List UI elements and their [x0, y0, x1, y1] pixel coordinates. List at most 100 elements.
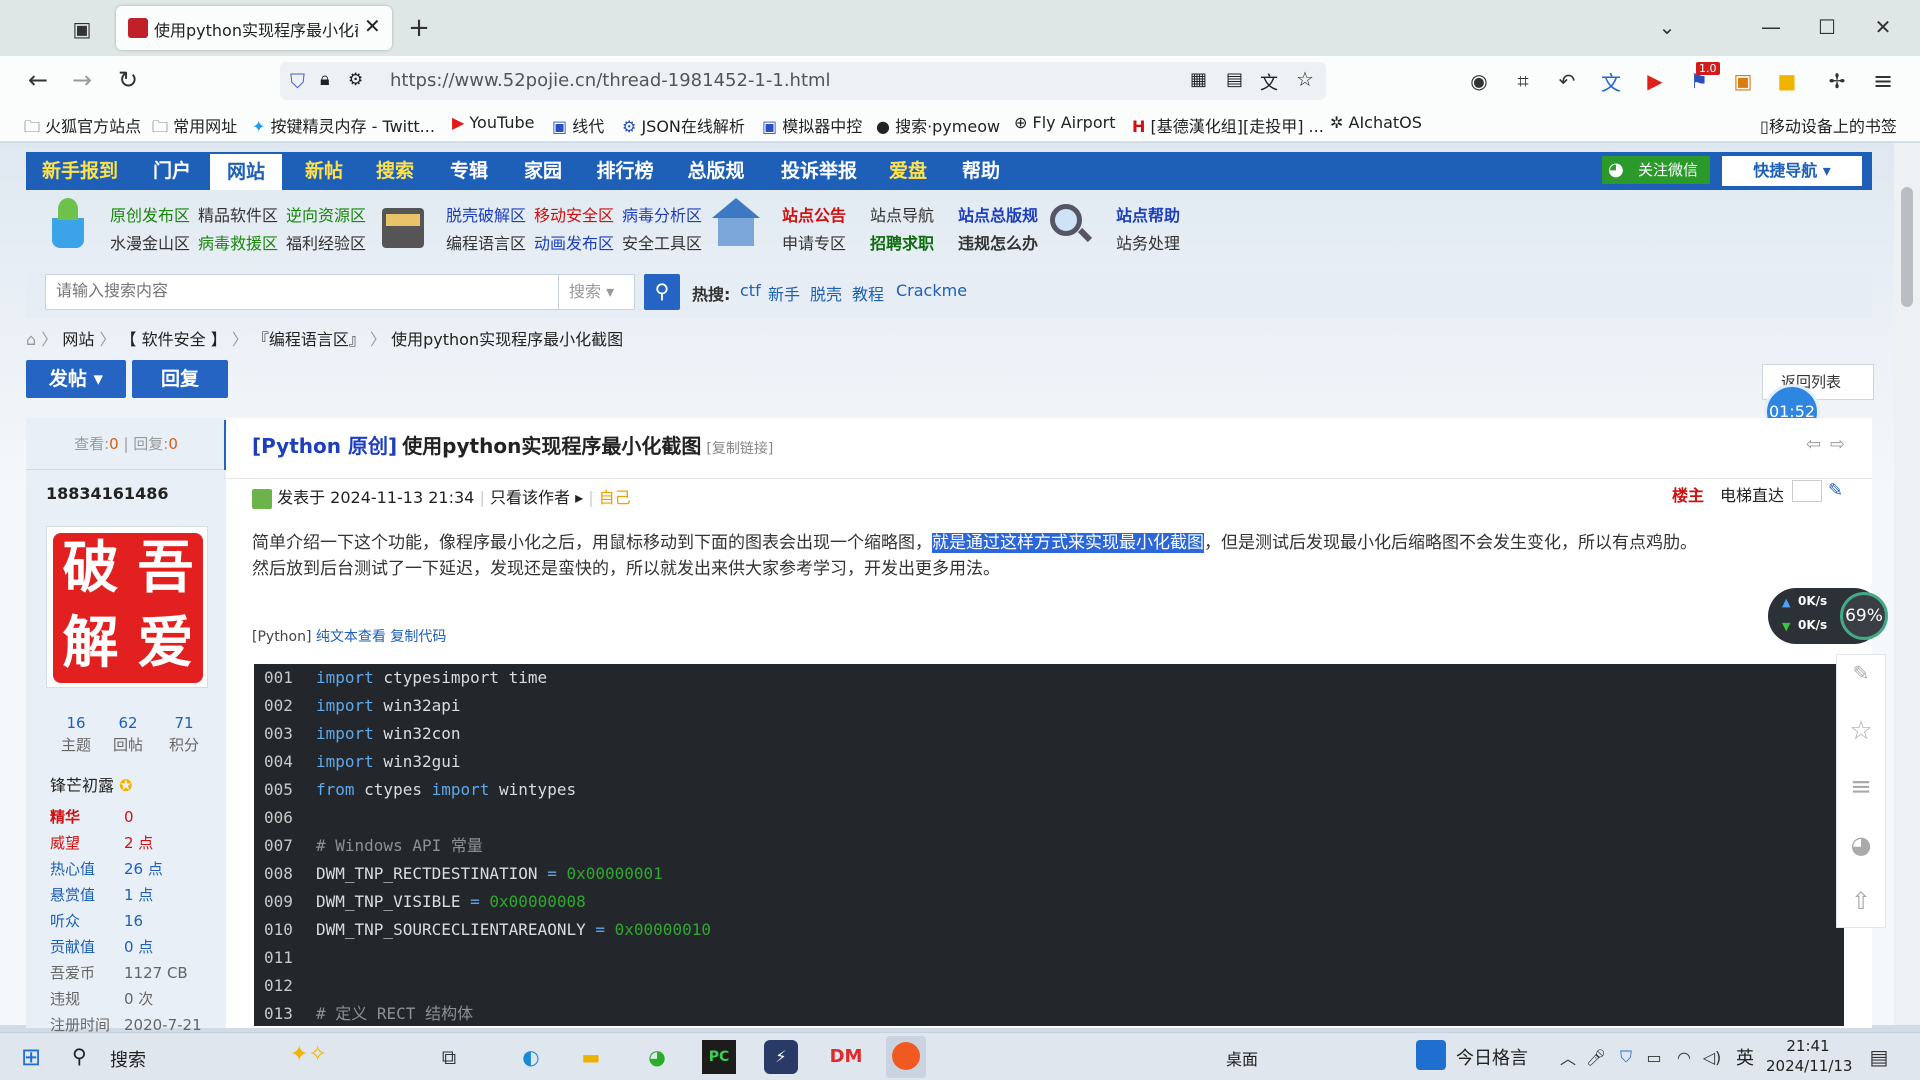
reader-view-icon[interactable]: ▤ — [1226, 69, 1243, 90]
ime-indicator[interactable]: 英 — [1736, 1044, 1754, 1070]
pycharm-icon[interactable]: PC — [702, 1040, 736, 1074]
bookmark-item[interactable]: ⊕ Fly Airport — [1014, 113, 1115, 132]
quick-nav-button[interactable]: 快捷导航 ▾ — [1722, 156, 1862, 186]
breadcrumb-item[interactable]: 『编程语言区』 — [253, 330, 365, 349]
breadcrumb-item[interactable]: 网站 — [62, 330, 94, 349]
minimize-window-icon[interactable]: — — [1756, 12, 1786, 42]
wechat-share-icon[interactable]: ◕ — [1844, 828, 1878, 862]
subnav-link[interactable]: 安全工具区 — [622, 230, 702, 254]
elevator-input[interactable] — [1792, 480, 1822, 502]
news-widget-label[interactable]: 今日格言 — [1456, 1044, 1528, 1070]
qr-code-icon[interactable]: ▦ — [1190, 69, 1207, 90]
prev-thread-icon[interactable]: ⇦ — [1806, 434, 1821, 455]
firefox-taskbar-item[interactable] — [886, 1036, 926, 1078]
bookmark-item[interactable]: ✲ AIchatOS — [1330, 113, 1422, 132]
nav-item[interactable]: 搜索 — [362, 152, 428, 190]
search-input-box[interactable] — [45, 274, 559, 310]
tab-overview-icon[interactable]: ▣ — [68, 16, 96, 42]
extensions-puzzle-icon[interactable]: ✢ — [1822, 66, 1852, 96]
bookmark-item[interactable]: ▣ 模拟器中控 — [762, 113, 862, 137]
notification-icon[interactable]: ▤ — [1862, 1040, 1896, 1074]
bookmark-item[interactable]: H [基德漢化组][走投甲] ... — [1132, 113, 1324, 137]
next-thread-icon[interactable]: ⇨ — [1830, 434, 1845, 455]
subnav-link[interactable]: 逆向资源区 — [286, 202, 366, 226]
nav-item[interactable]: 投诉举报 — [774, 152, 864, 190]
clock[interactable]: 21:41 2024/11/13 — [1766, 1036, 1852, 1076]
new-tab-icon[interactable]: + — [404, 13, 434, 43]
bookmark-item[interactable]: 🗀︎ 常用网址 — [152, 113, 237, 143]
scrollbar-thumb[interactable] — [1901, 187, 1913, 307]
back-to-top-icon[interactable]: ⇧ — [1844, 884, 1878, 918]
page-scrollbar[interactable] — [1894, 143, 1920, 1025]
nav-item[interactable]: 排行榜 — [590, 152, 660, 190]
nav-item[interactable]: 门户 — [140, 152, 204, 190]
hot-search-link[interactable]: 脱壳 — [810, 281, 842, 305]
nav-item[interactable]: 新帖 — [292, 152, 356, 190]
subnav-link[interactable]: 申请专区 — [782, 230, 846, 254]
reply-button[interactable]: 回复 — [132, 360, 228, 398]
copy-code-link[interactable]: 复制代码 — [390, 629, 446, 645]
menu-hamburger-icon[interactable]: ≡ — [1868, 66, 1898, 96]
subnav-link[interactable]: 编程语言区 — [446, 230, 526, 254]
subnav-link[interactable]: 站点公告 — [782, 202, 846, 226]
translate-extension-icon[interactable]: 文 — [1596, 66, 1626, 96]
undo-icon[interactable]: ↶ — [1552, 66, 1582, 96]
list-icon[interactable]: ≡ — [1844, 770, 1878, 804]
bookmark-item[interactable]: ✦ 按键精灵内存 - Twitt... — [252, 113, 435, 137]
subnav-link[interactable]: 站点导航 — [870, 202, 934, 226]
bookmark-item[interactable]: ▯移动设备上的书签 — [1760, 113, 1897, 137]
search-button[interactable]: ⚲ — [644, 274, 680, 310]
self-tag[interactable]: 自己 — [599, 488, 631, 507]
author-name[interactable]: 18834161486 — [46, 484, 168, 503]
maximize-window-icon[interactable]: ☐ — [1812, 12, 1842, 42]
shield-icon[interactable]: ⛉ — [1614, 1042, 1638, 1072]
wrench-icon[interactable]: ✎ — [1828, 480, 1843, 501]
avatar[interactable]: 破 吾 解 爱 — [46, 526, 208, 688]
subnav-link[interactable]: 招聘求职 — [870, 230, 934, 254]
lock-icon[interactable]: 🔒︎ — [320, 69, 330, 90]
wifi-icon[interactable]: ◠ — [1672, 1042, 1696, 1072]
bookmark-item[interactable]: 🗀︎ 火狐官方站点 — [24, 113, 141, 143]
subnav-link[interactable]: 违规怎么办 — [958, 230, 1038, 254]
subnav-link[interactable]: 福利经验区 — [286, 230, 366, 254]
home-icon[interactable]: ⌂ — [26, 330, 36, 349]
task-view-icon[interactable]: ⧉ — [432, 1040, 466, 1074]
hot-search-link[interactable]: 教程 — [852, 281, 884, 305]
reload-icon[interactable]: ↻ — [112, 64, 144, 96]
account-icon[interactable]: ◉ — [1464, 66, 1494, 96]
tracking-shield-icon[interactable]: ⛉ — [290, 69, 305, 93]
follow-wechat-button[interactable]: ◕ 关注微信 — [1602, 156, 1710, 184]
calendar-widget-icon[interactable] — [1416, 1040, 1446, 1070]
bookmark-star-icon[interactable]: ☆ — [1296, 67, 1314, 91]
breadcrumb-item[interactable]: 【 软件安全 】 — [121, 330, 227, 349]
only-author-link[interactable]: 只看该作者 — [490, 488, 570, 507]
hot-search-link[interactable]: 新手 — [768, 281, 800, 305]
subnav-link[interactable]: 病毒分析区 — [622, 202, 702, 226]
tab-close-icon[interactable]: ✕ — [364, 14, 381, 38]
screenshot-crop-icon[interactable]: ⌗ — [1508, 66, 1538, 96]
nav-item[interactable]: 专辑 — [436, 152, 502, 190]
copy-link[interactable]: [复制链接] — [706, 441, 773, 457]
subnav-link[interactable]: 精品软件区 — [198, 202, 278, 226]
url-bar[interactable]: ⛉ 🔒︎ ⚙ https://www.52pojie.cn/thread-198… — [280, 62, 1326, 100]
taskbar-search[interactable]: ⚲ 搜索 ✦✧ — [62, 1038, 342, 1076]
nav-item[interactable]: 帮助 — [952, 152, 1010, 190]
microphone-icon[interactable]: 🎤︎ — [1584, 1042, 1608, 1072]
nav-item-active[interactable]: 网站 — [210, 154, 282, 190]
forward-icon[interactable]: → — [66, 64, 98, 96]
tray-chevron-icon[interactable]: ︿ — [1556, 1042, 1580, 1072]
subnav-link[interactable]: 病毒救援区 — [198, 230, 278, 254]
bookmark-item[interactable]: ● 搜索·pymeow — [876, 113, 1000, 137]
nav-item[interactable]: 家园 — [510, 152, 576, 190]
favorite-star-icon[interactable]: ☆ — [1844, 714, 1878, 748]
author-stat[interactable]: 62 回帖 — [98, 712, 158, 756]
browser-tab-active[interactable]: 使用python实现程序最小化截图 ✕ — [116, 6, 392, 50]
subnav-link[interactable]: 动画发布区 — [534, 230, 614, 254]
permissions-icon[interactable]: ⚙ — [348, 70, 363, 90]
translate-icon[interactable]: 文 — [1260, 69, 1278, 95]
volume-icon[interactable]: ◁) — [1700, 1042, 1724, 1072]
view-plain-link[interactable]: 纯文本查看 — [316, 629, 386, 645]
bookmark-item[interactable]: ▶ YouTube — [452, 113, 534, 132]
hot-search-link[interactable]: Crackme — [896, 281, 967, 300]
dm-app-icon[interactable]: DM — [826, 1040, 866, 1074]
